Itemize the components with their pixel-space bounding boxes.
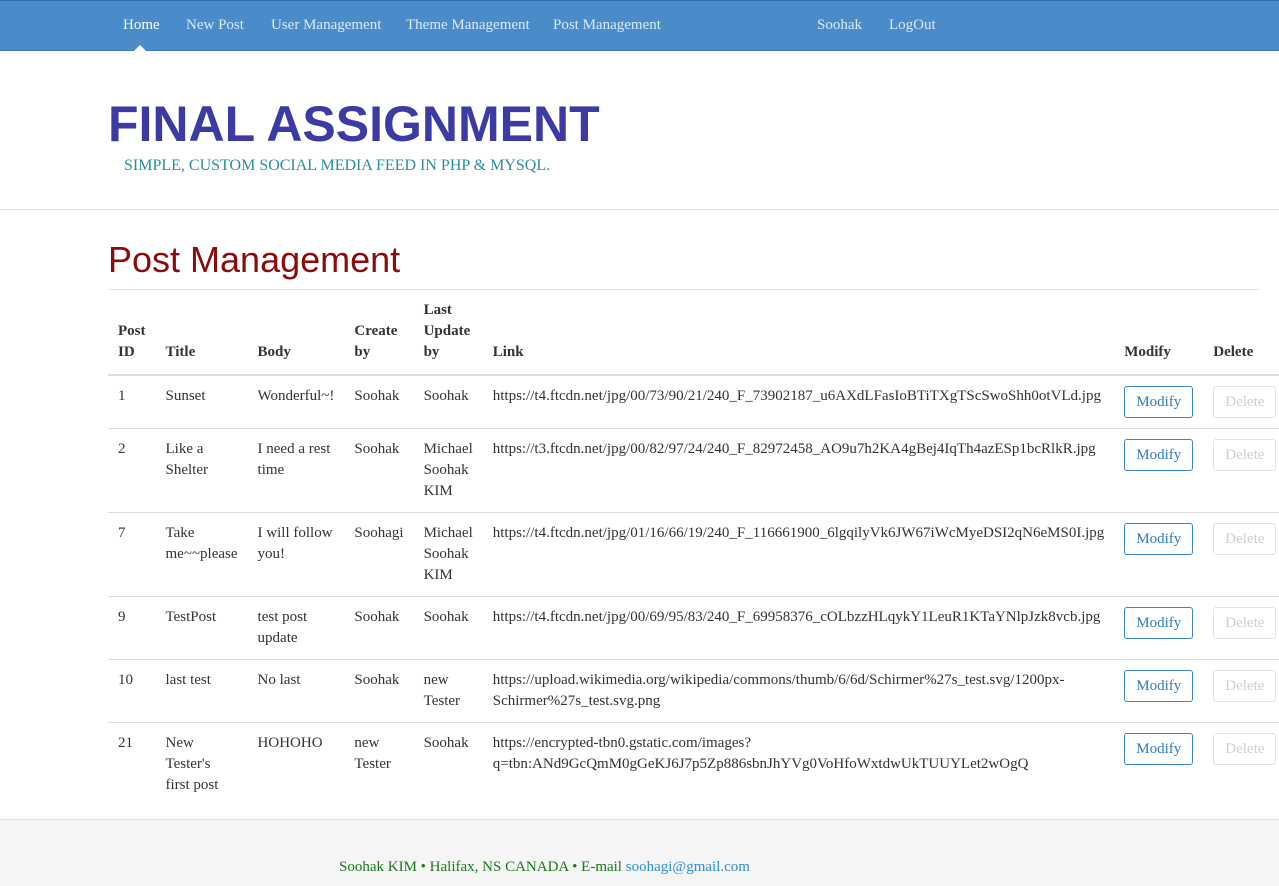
cell-title: Like a Shelter: [155, 428, 248, 513]
nav-logout[interactable]: LogOut: [889, 1, 936, 50]
cell-last-update-by: Soohak: [413, 722, 483, 806]
cell-last-update-by: Soohak: [423, 388, 469, 404]
cell-delete: Delete: [1203, 722, 1279, 806]
cell-create-by: Soohak: [354, 388, 400, 404]
cell-delete: Delete: [1203, 375, 1279, 429]
footer: Soohak KIM • Halifax, NS CANADA • E-mail…: [0, 819, 1279, 886]
cell-link: https://upload.wikimedia.org/wikipedia/c…: [482, 659, 1115, 723]
page-title: Post Management: [108, 239, 401, 280]
cell-last-update-by: Michael Soohak KIM: [413, 512, 483, 597]
delete-button[interactable]: Delete: [1213, 386, 1277, 418]
cell-title: Sunset: [165, 388, 206, 404]
cell-link: https://encrypted-tbn0.gstatic.com/image…: [482, 722, 1115, 806]
header-last-update-by: Last Update by: [413, 290, 483, 376]
cell-body: test post update: [247, 596, 345, 660]
header-modify: Modify: [1114, 290, 1204, 376]
cell-last-update-by: Michael Soohak KIM: [413, 428, 483, 513]
header-title: Title: [155, 290, 248, 376]
table-row: 2 Like a Shelter I need a rest time Sooh…: [108, 428, 1279, 513]
cell-modify: Modify: [1114, 659, 1204, 723]
cell-delete: Delete: [1203, 596, 1279, 660]
header-body: Body: [247, 290, 345, 376]
cell-delete: Delete: [1203, 428, 1279, 513]
delete-button[interactable]: Delete: [1213, 733, 1277, 765]
cell-link: https://t4.ftcdn.net/jpg/00/69/95/83/240…: [482, 596, 1115, 660]
cell-modify: Modify: [1114, 428, 1204, 513]
cell-title: TestPost: [155, 596, 248, 660]
modify-button[interactable]: Modify: [1124, 439, 1194, 471]
table-row: 10 last test No last Soohak new Tester h…: [108, 659, 1279, 723]
header-divider: [0, 209, 1279, 210]
cell-post-id: 10: [108, 659, 156, 723]
cell-delete: Delete: [1203, 659, 1279, 723]
nav-post-management[interactable]: Post Management: [553, 1, 661, 50]
cell-post-id: 2: [108, 428, 156, 513]
site-tagline: SIMPLE, CUSTOM SOCIAL MEDIA FEED IN PHP …: [124, 157, 551, 174]
delete-button[interactable]: Delete: [1213, 439, 1277, 471]
navbar: Home New Post User Management Theme Mana…: [0, 1, 1279, 51]
header-post-id: Post ID: [108, 290, 156, 376]
modify-button[interactable]: Modify: [1124, 670, 1194, 702]
delete-button[interactable]: Delete: [1213, 670, 1277, 702]
table-row: 1 Sunset Wonderful~! Soohak Soohak https…: [108, 375, 1279, 429]
cell-post-id: 9: [108, 596, 156, 660]
footer-contact: Soohak KIM • Halifax, NS CANADA • E-mail…: [339, 857, 750, 877]
nav-user-profile[interactable]: Soohak: [817, 1, 862, 50]
cell-post-id: 7: [108, 512, 156, 597]
cell-create-by: new Tester: [344, 722, 414, 806]
nav-theme-management[interactable]: Theme Management: [406, 1, 530, 50]
table-row: 21 New Tester's first post HOHOHO new Te…: [108, 722, 1279, 806]
cell-body: No last: [247, 659, 345, 723]
cell-delete: Delete: [1203, 512, 1279, 597]
cell-title: last test: [155, 659, 248, 723]
cell-body: I will follow you!: [247, 512, 345, 597]
cell-body: I need a rest time: [247, 428, 345, 513]
cell-body: Wonderful~!: [257, 388, 335, 404]
cell-last-update-by: new Tester: [413, 659, 483, 723]
table-header-row: Post ID Title Body Create by Last Update…: [108, 290, 1279, 376]
modify-button[interactable]: Modify: [1124, 386, 1194, 418]
table-row: 7 Take me~~please I will follow you! Soo…: [108, 512, 1279, 597]
modify-button[interactable]: Modify: [1124, 733, 1194, 765]
site-title: FINAL ASSIGNMENT: [108, 96, 600, 152]
footer-info: Soohak KIM • Halifax, NS CANADA • E-mail: [339, 859, 622, 875]
table-row: 9 TestPost test post update Soohak Sooha…: [108, 596, 1279, 660]
cell-create-by: Soohagi: [344, 512, 414, 597]
nav-new-post[interactable]: New Post: [186, 1, 244, 50]
active-caret-icon: [134, 45, 146, 51]
cell-modify: Modify: [1114, 375, 1203, 429]
footer-email-link[interactable]: soohagi@gmail.com: [626, 859, 750, 875]
header-create-by: Create by: [344, 290, 414, 376]
posts-table: Post ID Title Body Create by Last Update…: [108, 290, 1279, 806]
modify-button[interactable]: Modify: [1124, 523, 1194, 555]
delete-button[interactable]: Delete: [1213, 607, 1277, 639]
header-delete: Delete: [1203, 290, 1279, 376]
cell-title: Take me~~please: [155, 512, 248, 597]
delete-button[interactable]: Delete: [1213, 523, 1277, 555]
nav-user-management[interactable]: User Management: [271, 1, 381, 50]
cell-body: HOHOHO: [247, 722, 345, 806]
cell-create-by: Soohak: [344, 659, 414, 723]
header-link: Link: [482, 290, 1115, 376]
modify-button[interactable]: Modify: [1124, 607, 1194, 639]
cell-create-by: Soohak: [344, 428, 414, 513]
cell-link: https://t4.ftcdn.net/jpg/00/73/90/21/240…: [492, 388, 1101, 404]
cell-modify: Modify: [1114, 722, 1204, 806]
cell-modify: Modify: [1114, 596, 1204, 660]
cell-create-by: Soohak: [344, 596, 414, 660]
cell-modify: Modify: [1114, 512, 1204, 597]
cell-title: New Tester's first post: [155, 722, 248, 806]
cell-last-update-by: Soohak: [413, 596, 483, 660]
cell-link: https://t4.ftcdn.net/jpg/01/16/66/19/240…: [482, 512, 1115, 597]
cell-link: https://t3.ftcdn.net/jpg/00/82/97/24/240…: [482, 428, 1115, 513]
cell-post-id: 1: [118, 388, 126, 404]
cell-post-id: 21: [108, 722, 156, 806]
nav-home[interactable]: Home: [123, 1, 160, 50]
